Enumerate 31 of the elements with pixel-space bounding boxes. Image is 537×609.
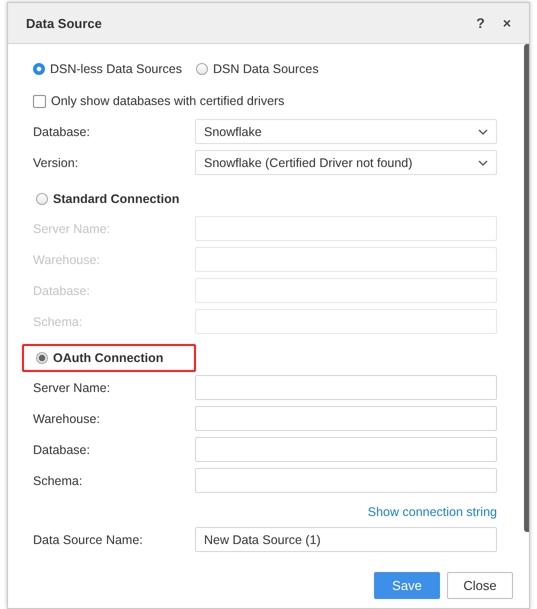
field-label: Warehouse:	[33, 412, 101, 426]
chevron-down-icon	[478, 160, 488, 166]
chevron-down-icon	[478, 128, 488, 134]
text-field[interactable]	[195, 468, 497, 493]
show-connection-string-link[interactable]: Show connection string	[368, 505, 497, 519]
field-label: Data Source Name:	[33, 532, 144, 546]
text-field[interactable]: New Data Source (1)	[195, 527, 497, 552]
field-label: Warehouse:	[33, 252, 101, 266]
dropdown[interactable]: Snowflake	[195, 119, 497, 144]
field-label: Schema:	[33, 474, 84, 488]
field-label: Schema:	[33, 314, 84, 328]
field-label: Version:	[33, 156, 80, 170]
close-button[interactable]: ×	[502, 15, 511, 31]
field-label: Database:	[33, 442, 91, 456]
connection-radio[interactable]: Standard Connection	[36, 192, 180, 206]
text-field[interactable]	[195, 375, 497, 400]
field-label: Database:	[33, 124, 91, 138]
text-field[interactable]	[195, 437, 497, 462]
connection-radio[interactable]: OAuth Connection	[36, 351, 164, 365]
source-type-radio[interactable]: DSN Data Sources	[196, 62, 319, 76]
dropdown[interactable]: Snowflake (Certified Driver not found)	[195, 150, 497, 175]
close-dialog-button[interactable]: Close	[447, 572, 513, 598]
text-field[interactable]	[195, 406, 497, 431]
dialog-title: Data Source	[26, 16, 103, 30]
help-button[interactable]: ?	[476, 15, 485, 31]
field-label: Database:	[33, 284, 91, 298]
certified-drivers-checkbox[interactable]: Only show databases with certified drivers	[33, 94, 284, 108]
field-label: Server Name:	[33, 222, 112, 236]
source-type-radio[interactable]: DSN-less Data Sources	[33, 62, 182, 76]
scrollbar[interactable]	[524, 44, 529, 532]
field-label: Server Name:	[33, 380, 112, 394]
